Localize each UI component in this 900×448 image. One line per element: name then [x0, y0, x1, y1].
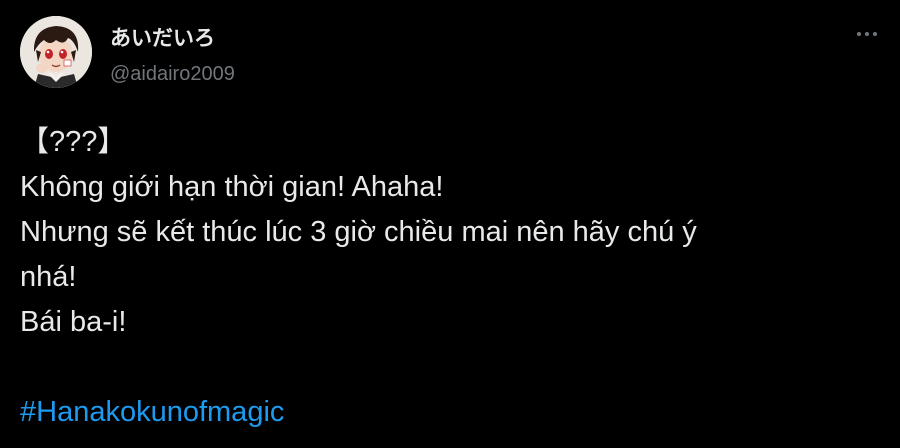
avatar[interactable] [20, 16, 92, 88]
tweet-text: 【???】 Không giới hạn thời gian! Ahaha! N… [20, 120, 870, 435]
display-name[interactable]: あいだいろ [110, 26, 235, 52]
tweet-line: 【???】 [20, 126, 127, 158]
tweet-card: あいだいろ @aidairo2009 【???】 Không giới hạn … [0, 0, 900, 448]
more-dot [865, 32, 869, 36]
hashtag-link[interactable]: #Hanakokunofmagic [20, 390, 284, 435]
more-options-icon[interactable] [852, 24, 882, 44]
tweet-author: あいだいろ @aidairo2009 [110, 26, 235, 86]
avatar-image [20, 16, 92, 88]
more-dot [873, 32, 877, 36]
tweet-line: nhá! [20, 261, 77, 293]
user-handle[interactable]: @aidairo2009 [110, 62, 235, 86]
tweet-line: Không giới hạn thời gian! Ahaha! [20, 171, 444, 203]
tweet-line: Bái ba-i! [20, 306, 127, 338]
tweet-line: Nhưng sẽ kết thúc lúc 3 giờ chiều mai nê… [20, 216, 697, 248]
more-dot [857, 32, 861, 36]
